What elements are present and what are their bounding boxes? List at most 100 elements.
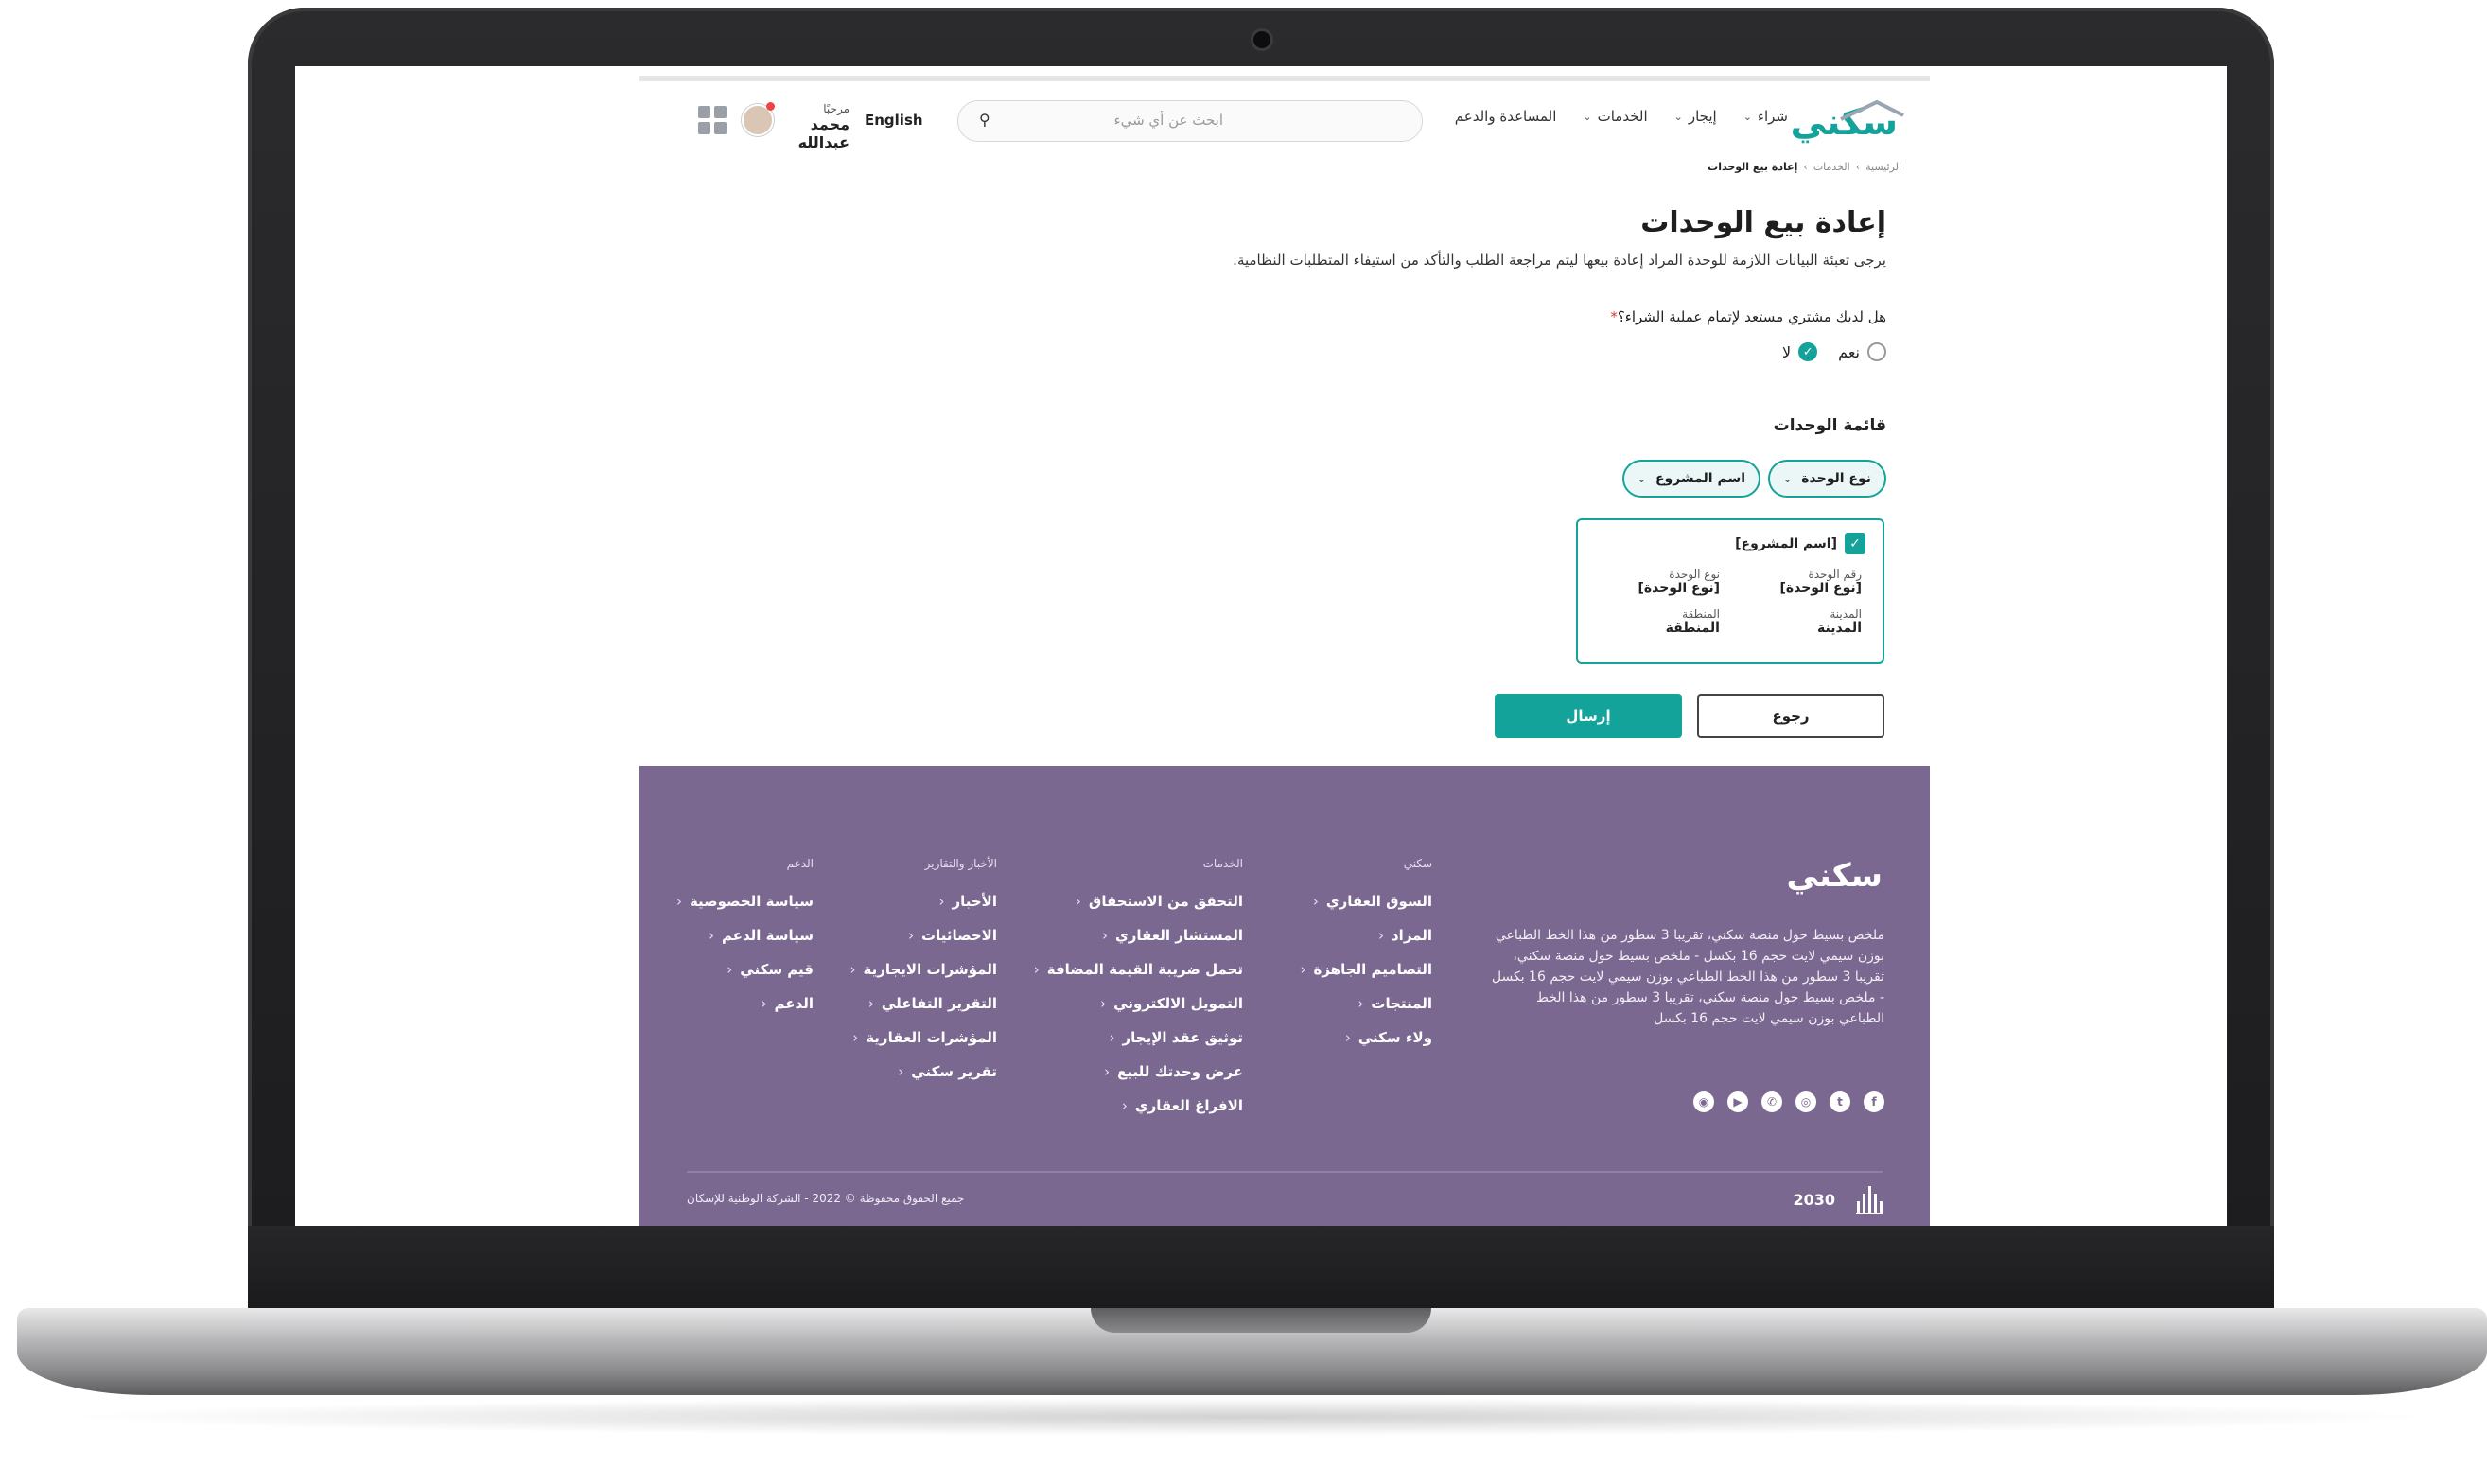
footer-link[interactable]: المزاد ‹	[1300, 927, 1432, 944]
footer-link[interactable]: قيم سكني ‹	[676, 961, 814, 978]
breadcrumb-home[interactable]: الرئيسية	[1865, 161, 1901, 173]
breadcrumb-separator: ›	[1855, 161, 1861, 173]
footer-link[interactable]: تقرير سكني ‹	[849, 1063, 997, 1080]
laptop-screen: سكني شراء ⌄ إيجار ⌄ الخدمات ⌄ المساعدة والد…	[295, 66, 2227, 1226]
footer-link[interactable]: عرض وحدتك للبيع ‹	[1034, 1063, 1243, 1080]
chevron-left-icon: ‹	[867, 995, 874, 1012]
checkbox-checked-icon[interactable]: ✓	[1845, 533, 1865, 554]
search-icon[interactable]: ⚲	[979, 111, 990, 129]
footer-link[interactable]: توثيق عقد الإيجار ‹	[1034, 1029, 1244, 1046]
filter-unit-type[interactable]: نوع الوحدة ⌄	[1768, 460, 1886, 498]
unit-field-value: المدينة	[1817, 620, 1862, 636]
footer-link[interactable]: المؤشرات الايجارية ‹	[849, 961, 997, 978]
footer-link[interactable]: ولاء سكني ‹	[1300, 1029, 1432, 1046]
footer-link-label: المؤشرات الايجارية	[863, 961, 997, 978]
filter-unit-type-label: نوع الوحدة	[1801, 471, 1871, 486]
footer-link[interactable]: سياسة الخصوصية ‹	[676, 893, 814, 910]
copyright: جميع الحقوق محفوظة © 2022 - الشركة الوطن…	[687, 1192, 965, 1205]
nav-services[interactable]: الخدمات ⌄	[1583, 108, 1647, 125]
nav-help-label: المساعدة والدعم	[1454, 108, 1557, 125]
vision-2030-badge: 2030	[1793, 1190, 1835, 1209]
footer-link[interactable]: التصاميم الجاهزة ‹	[1300, 961, 1432, 978]
footer-link[interactable]: التحقق من الاستحقاق ‹	[1034, 893, 1243, 910]
breadcrumb-services[interactable]: الخدمات	[1813, 161, 1850, 173]
unit-field-label: المنطقة	[1682, 607, 1720, 620]
instagram-icon[interactable]: ◎	[1795, 1091, 1816, 1112]
submit-button[interactable]: إرسال	[1495, 694, 1682, 738]
laptop-shadow	[57, 1398, 2441, 1436]
twitter-icon[interactable]: t	[1830, 1091, 1850, 1112]
radio-no-label: لا	[1782, 342, 1792, 361]
buyer-question: هل لديك مشتري مستعد لإتمام عملية الشراء؟…	[1610, 308, 1886, 325]
chevron-left-icon: ‹	[1377, 927, 1384, 944]
footer-column-title: الأخبار والتقارير	[924, 857, 997, 870]
footer-column-title: سكني	[1403, 857, 1432, 870]
filter-project-name[interactable]: اسم المشروع ⌄	[1621, 460, 1761, 498]
footer-link[interactable]: السوق العقاري ‹	[1300, 893, 1432, 910]
footer-link-label: الافراغ العقاري	[1134, 1097, 1243, 1114]
chevron-left-icon: ‹	[1300, 961, 1306, 978]
footer-link[interactable]: التقرير التفاعلي ‹	[849, 995, 997, 1012]
footer-link[interactable]: تحمل ضريبة القيمة المضافة ‹	[1034, 961, 1243, 978]
footer-link[interactable]: المستشار العقاري ‹	[1034, 927, 1243, 944]
chevron-left-icon: ‹	[1100, 995, 1107, 1012]
chevron-left-icon: ‹	[727, 961, 733, 978]
footer-link[interactable]: المنتجات ‹	[1300, 995, 1432, 1012]
unit-field-label: نوع الوحدة	[1669, 567, 1720, 581]
language-switch[interactable]: English	[865, 112, 923, 129]
logo[interactable]: سكني	[1791, 99, 1904, 144]
footer-column-services: الخدمات التحقق من الاستحقاق ‹ المستشار ال…	[1034, 857, 1243, 1131]
footer-link-label: سياسة الخصوصية	[689, 893, 814, 910]
apps-grid-icon[interactable]	[698, 106, 727, 134]
footer-link[interactable]: سياسة الدعم ‹	[676, 927, 814, 944]
nav-buy[interactable]: شراء ⌄	[1743, 108, 1788, 125]
footer-link[interactable]: الأخبار ‹	[849, 893, 997, 910]
facebook-icon[interactable]: f	[1864, 1091, 1884, 1112]
radio-checked-icon[interactable]: ✓	[1798, 342, 1818, 361]
back-button[interactable]: رجوع	[1697, 694, 1884, 738]
youtube-icon[interactable]: ▶	[1727, 1091, 1748, 1112]
footer-link[interactable]: الاحصائيات ‹	[849, 927, 997, 944]
footer-link-label: التقرير التفاعلي	[881, 995, 997, 1012]
radio-no[interactable]: ✓ لا	[1782, 342, 1818, 361]
chevron-left-icon: ‹	[1312, 893, 1319, 910]
chevron-down-icon: ⌄	[1583, 110, 1592, 123]
footer-link[interactable]: التمويل الالكتروني ‹	[1034, 995, 1243, 1012]
breadcrumb: الرئيسية › الخدمات › إعادة بيع الوحدات	[1708, 161, 1901, 173]
footer-link-label: المزاد	[1391, 927, 1432, 944]
user-name: محمد عبدالله	[797, 115, 849, 151]
footer-link-label: التحقق من الاستحقاق	[1088, 893, 1243, 910]
chevron-left-icon: ‹	[1344, 1029, 1351, 1046]
unit-field-label: رقم الوحدة	[1808, 567, 1862, 581]
whatsapp-icon[interactable]: ✆	[1761, 1091, 1782, 1112]
top-border	[639, 76, 1930, 81]
footer-link-label: المؤشرات العقارية	[866, 1029, 997, 1046]
unit-field: المدينة المدينة	[1739, 607, 1862, 636]
user-menu[interactable]: مرحبًا محمد عبدالله	[774, 102, 849, 151]
footer-logo[interactable]: سكني	[1787, 857, 1883, 895]
unit-field-value: [نوع الوحدة]	[1638, 581, 1720, 596]
radio-yes-label: نعم	[1838, 342, 1860, 361]
nav-rent-label: إيجار	[1688, 108, 1717, 125]
footer-link[interactable]: الافراغ العقاري ‹	[1034, 1097, 1243, 1114]
chevron-left-icon: ‹	[938, 893, 945, 910]
chevron-left-icon: ‹	[708, 927, 714, 944]
page-title: إعادة بيع الوحدات	[1640, 206, 1886, 239]
radio-circle[interactable]	[1867, 342, 1886, 361]
footer-link-label: توثيق عقد الإيجار	[1122, 1029, 1244, 1046]
chevron-left-icon: ‹	[1104, 1063, 1111, 1080]
unit-details: رقم الوحدة [نوع الوحدة] نوع الوحدة [نوع …	[1597, 567, 1862, 636]
footer-link[interactable]: الدعم ‹	[676, 995, 814, 1012]
unit-card-header: ✓ [اسم المشروع]	[1735, 533, 1865, 554]
nav-rent[interactable]: إيجار ⌄	[1674, 108, 1717, 125]
footer-link-label: تحمل ضريبة القيمة المضافة	[1046, 961, 1243, 978]
footer-link-label: السوق العقاري	[1325, 893, 1432, 910]
footer-badges: 2030	[1793, 1184, 1883, 1214]
footer-link[interactable]: المؤشرات العقارية ‹	[849, 1029, 997, 1046]
unit-card[interactable]: ✓ [اسم المشروع] رقم الوحدة [نوع الوحدة] …	[1576, 518, 1884, 664]
chevron-left-icon: ‹	[1033, 961, 1040, 978]
radio-yes[interactable]: نعم	[1838, 342, 1886, 361]
search-input[interactable]: ابحث عن أي شيء ⚲	[957, 100, 1423, 142]
nav-help[interactable]: المساعدة والدعم	[1455, 108, 1557, 125]
snapchat-icon[interactable]: ◉	[1693, 1091, 1714, 1112]
